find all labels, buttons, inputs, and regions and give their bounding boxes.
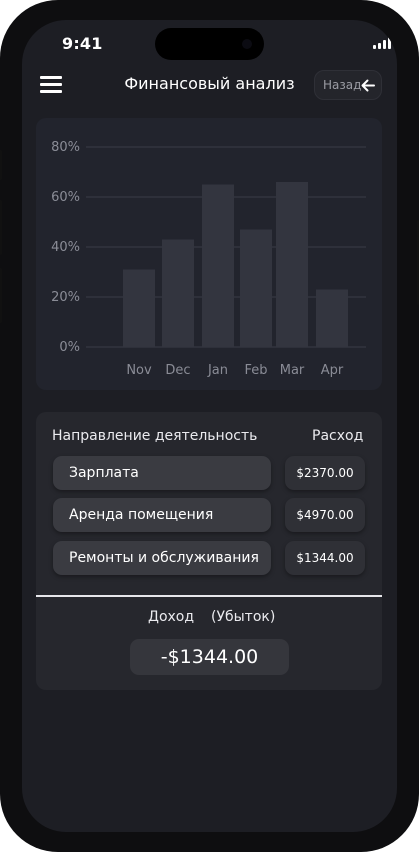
bar-jan[interactable] (202, 184, 234, 348)
app-header: Финансовый анализ Назад (22, 68, 397, 104)
activity-row-repairs[interactable]: Ремонты и обслуживания (53, 541, 271, 575)
volume-down-button (0, 268, 2, 323)
expense-table-card: Направление деятельность Расход Зарплата… (36, 412, 382, 690)
y-tick-label: 40% (51, 240, 80, 255)
y-tick-label: 0% (59, 340, 80, 355)
status-time: 9:41 (62, 34, 103, 53)
camera-icon (242, 39, 252, 49)
expense-bar-chart: 0% 20% 40% 60% 80% Nov Dec Jan Feb Mar Apr (51, 140, 366, 378)
x-tick-label: Mar (280, 363, 305, 378)
expense-chart-card: 0% 20% 40% 60% 80% Nov Dec Jan Feb Mar Apr (36, 118, 382, 390)
activity-row-salary[interactable]: Зарплата (53, 456, 271, 490)
expense-value-rent[interactable]: $4970.00 (285, 498, 365, 532)
income-label: Доход (148, 609, 195, 625)
status-bar: 9:41 (22, 20, 397, 70)
dynamic-island (155, 28, 264, 60)
divider (36, 595, 382, 597)
x-tick-label: Nov (126, 363, 152, 378)
bar-feb[interactable] (240, 229, 272, 348)
x-tick-label: Apr (321, 363, 344, 378)
expense-value-salary[interactable]: $2370.00 (285, 456, 365, 490)
bar-nov[interactable] (123, 269, 155, 348)
arrow-left-icon (361, 79, 375, 92)
column-header-expense: Расход (312, 428, 364, 444)
volume-up-button (0, 200, 2, 255)
income-total-value: -$1344.00 (130, 639, 289, 675)
back-button[interactable]: Назад (314, 70, 382, 100)
screen: 9:41 Финансовый анализ Назад 0% 20% 40% … (22, 20, 397, 832)
x-tick-label: Dec (165, 363, 190, 378)
activity-row-rent[interactable]: Аренда помещения (53, 498, 271, 532)
y-tick-label: 60% (51, 190, 80, 205)
x-tick-label: Jan (207, 363, 228, 378)
loss-label: (Убыток) (211, 609, 276, 625)
bar-dec[interactable] (162, 239, 194, 348)
bar-apr[interactable] (316, 289, 348, 348)
column-header-activity: Направление деятельность (52, 428, 258, 444)
y-tick-label: 20% (51, 290, 80, 305)
bar-mar[interactable] (276, 182, 308, 347)
cellular-signal-icon (373, 37, 391, 49)
expense-value-repairs[interactable]: $1344.00 (285, 541, 365, 575)
mute-switch (0, 150, 2, 180)
phone-frame: 9:41 Финансовый анализ Назад 0% 20% 40% … (0, 0, 419, 852)
y-tick-label: 80% (51, 140, 80, 155)
back-button-label: Назад (323, 78, 362, 92)
x-tick-label: Feb (244, 363, 267, 378)
